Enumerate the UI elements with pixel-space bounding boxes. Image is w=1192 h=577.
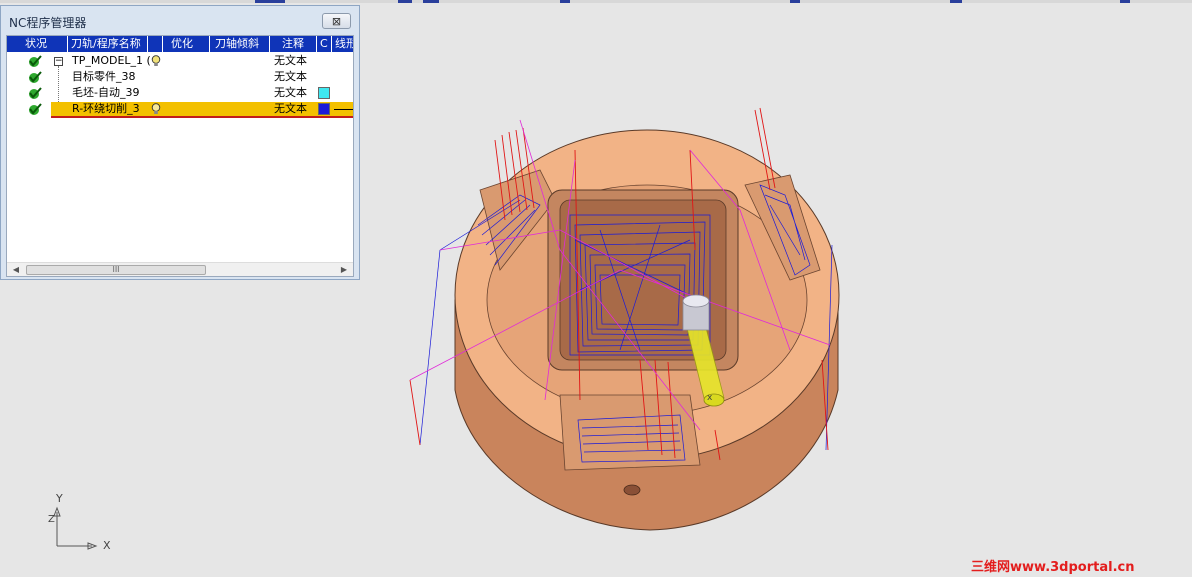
watermark: 三维网www.3dportal.cn [971,560,1135,575]
program-name: 毛坯-自动_39 [72,86,140,99]
col-divider [148,36,163,52]
lightbulb-icon [151,103,161,114]
color-swatch [318,87,330,99]
scroll-left-icon[interactable]: ◀ [9,263,23,276]
tree-row-toolpath[interactable]: R-环绕切削_3 无文本 [7,102,353,118]
check-icon [29,103,42,115]
program-name: 目标零件_38 [72,70,136,83]
col-linetype[interactable]: 线形 [332,36,353,52]
tree-row-blank[interactable]: 毛坯-自动_39 无文本 [7,86,353,102]
line-type-sample [334,109,353,110]
col-comment[interactable]: 注释 [270,36,317,52]
col-name[interactable]: 刀轨/程序名称 [68,36,148,52]
column-header: 状况 刀轨/程序名称 优化 刀轴倾斜 注释 C 线形 [7,36,353,52]
nc-program-manager-window[interactable]: NC程序管理器 ⊠ 状况 刀轨/程序名称 优化 刀轴倾斜 注释 C 线形 − T… [0,5,360,280]
comment-text: 无文本 [274,102,307,115]
comment-text: 无文本 [274,70,307,83]
lightbulb-icon [151,55,161,66]
horizontal-scrollbar[interactable]: ◀ III ▶ [7,262,353,276]
axis-z-label: Z [48,514,55,525]
tree-row-model[interactable]: − TP_MODEL_1 ( 无文本 [7,54,353,70]
check-icon [29,55,42,67]
axis-x-label: X [103,539,111,552]
svg-text:x: x [707,393,713,403]
program-tree[interactable]: 状况 刀轨/程序名称 优化 刀轴倾斜 注释 C 线形 − TP_MODEL_1 … [6,35,354,277]
close-button[interactable]: ⊠ [322,13,351,29]
comment-text: 无文本 [274,86,307,99]
comment-text: 无文本 [274,54,307,67]
col-status[interactable]: 状况 [7,36,68,52]
program-name: TP_MODEL_1 ( [72,54,151,67]
axis-y-label: Y [55,492,63,505]
scroll-thumb[interactable]: III [26,265,206,275]
check-icon [29,87,42,99]
tree-row-part[interactable]: 目标零件_38 无文本 [7,70,353,86]
axis-triad: Y Z X [48,492,111,552]
collapse-icon[interactable]: − [54,57,63,66]
col-axis-tilt[interactable]: 刀轴倾斜 [210,36,270,52]
check-icon [29,71,42,83]
program-name: R-环绕切削_3 [72,102,140,115]
window-title: NC程序管理器 [9,16,87,30]
col-optimize[interactable]: 优化 [163,36,210,52]
col-color[interactable]: C [317,36,332,52]
part-model [454,129,840,531]
color-swatch [318,103,330,115]
scroll-right-icon[interactable]: ▶ [337,263,351,276]
